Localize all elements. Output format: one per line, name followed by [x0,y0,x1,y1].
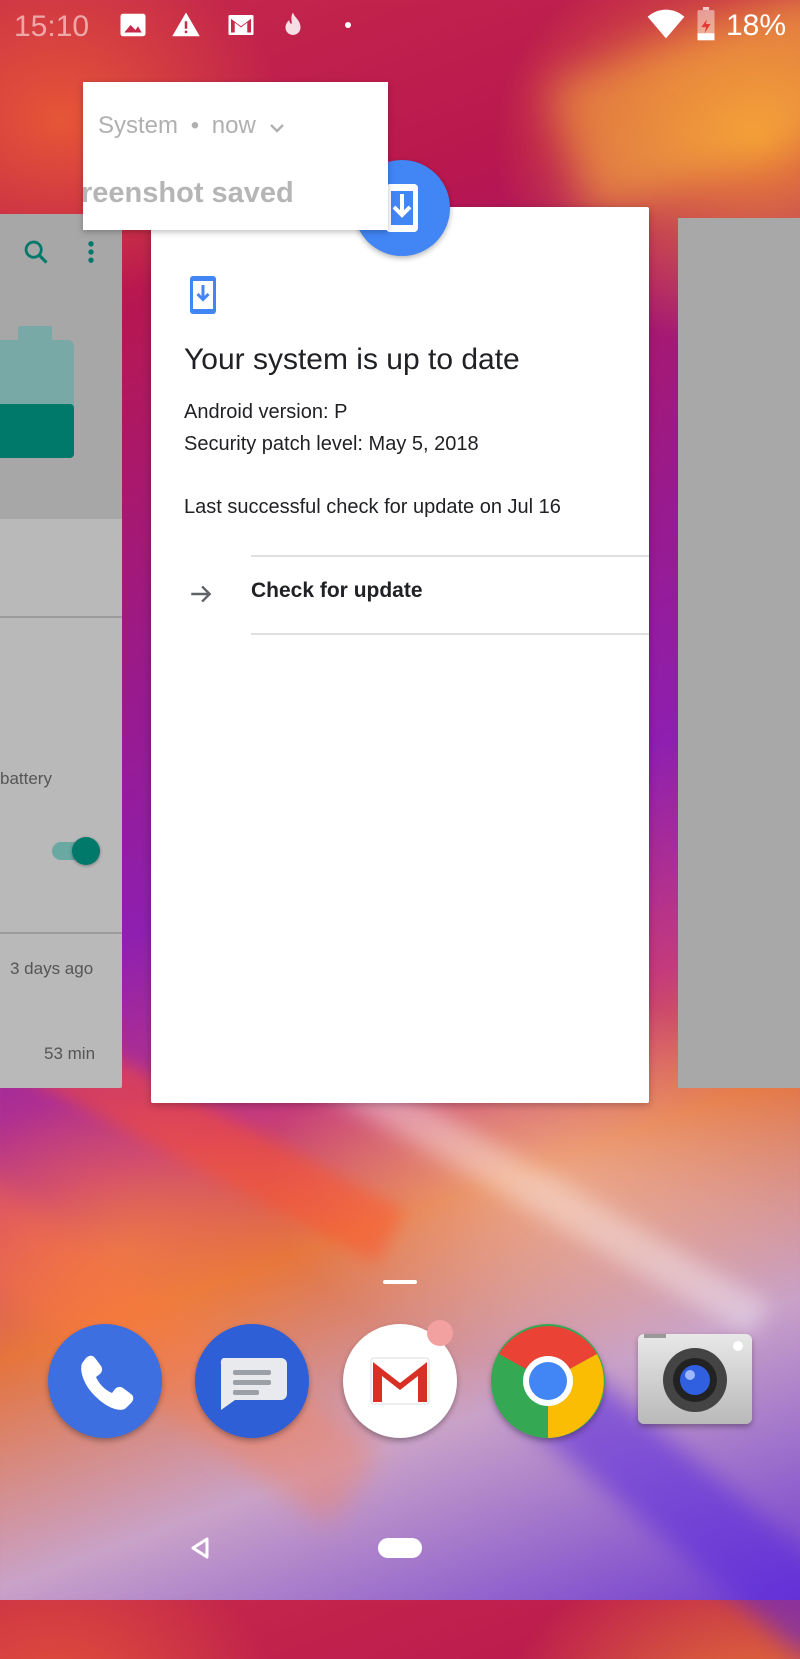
screen-usage-label: 53 min [44,1044,96,1063]
notification-dot [427,1320,453,1346]
chevron-down-icon[interactable] [268,113,286,141]
toggle-switch[interactable] [52,837,100,865]
divider [0,932,122,934]
check-for-update-label: Check for update [251,579,423,602]
notification-app-name: System [98,112,179,139]
dot-icon [345,22,351,28]
swipe-up-handle[interactable] [383,1280,417,1284]
battery-percent: 18% [725,9,786,42]
chrome-icon[interactable] [491,1324,605,1438]
last-charge-label: 3 days ago [10,959,94,978]
page-title: Your system is up to date [184,343,520,376]
last-check-status: Last successful check for update on Jul … [184,496,561,518]
security-patch-level: Security patch level: May 5, 2018 [184,433,479,455]
screenshot-notification[interactable]: System • now reenshot saved [83,82,388,230]
more-options-icon[interactable] [86,238,96,271]
android-version: Android version: P [184,401,348,423]
battery-header [0,214,122,519]
home-button[interactable] [378,1538,422,1558]
fire-icon [278,10,308,40]
status-time: 15:10 [14,10,90,43]
notification-body: reenshot saved [83,177,294,209]
notification-separator: • [190,112,200,139]
recent-app-card-battery[interactable]: battery 3 days ago 53 min [0,214,122,1088]
image-icon [118,10,148,40]
warning-icon [170,10,200,40]
gmail-icon[interactable] [343,1320,457,1438]
battery-charging-icon [696,6,716,46]
battery-level-icon [0,326,74,463]
wifi-icon [646,8,686,45]
arrow-right-icon [187,581,215,612]
divider [0,616,122,618]
messages-icon[interactable] [195,1324,309,1438]
navigation-bar [0,1500,800,1600]
check-for-update-button[interactable]: Check for update [151,555,649,633]
notification-header: System • now [98,112,286,141]
recent-app-card-next[interactable] [678,218,800,1088]
back-icon[interactable] [188,1536,212,1565]
phone-icon[interactable] [48,1324,162,1438]
search-icon[interactable] [22,238,50,271]
status-bar: 15:10 18% [0,0,800,52]
battery-saver-label: battery [0,769,52,788]
toggle-knob [72,837,100,865]
gmail-icon [225,10,255,40]
notification-time: now [211,112,256,139]
divider [251,633,649,635]
system-update-icon [189,275,217,320]
recent-app-card-system-update[interactable]: Your system is up to date Android versio… [151,207,649,1103]
camera-icon[interactable] [638,1330,752,1424]
